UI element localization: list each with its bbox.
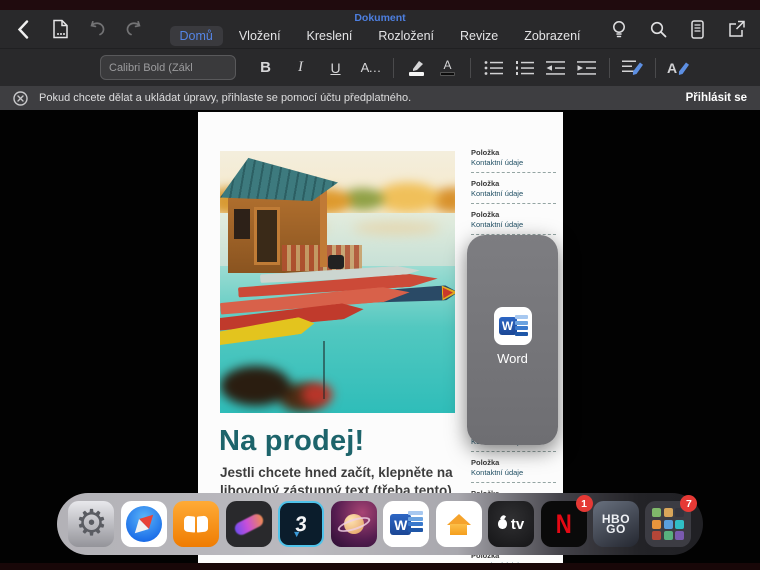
gear-icon: ⚙: [75, 503, 108, 544]
photo-mooring-line: [323, 341, 325, 399]
brush-tip-icon: ▼: [292, 529, 302, 539]
placeholder-item-label[interactable]: Položka: [471, 179, 556, 189]
dock-app-safari[interactable]: [120, 501, 167, 547]
dock-app-folder[interactable]: 7: [645, 495, 698, 547]
dock-app-books[interactable]: [173, 501, 220, 547]
word-app-icon: W: [493, 307, 532, 345]
font-color-button[interactable]: A: [432, 53, 463, 83]
body-line-1: Jestli chcete hned začít, klepněte na: [220, 465, 453, 480]
signin-button[interactable]: Přihlásit se: [686, 92, 747, 104]
contact-block: Položka Kontaktní údaje: [471, 148, 556, 179]
divider: [393, 57, 394, 78]
share-icon[interactable]: [725, 16, 747, 42]
bold-button[interactable]: B: [250, 53, 281, 83]
photo-boathouse-door: [254, 207, 280, 265]
word-app-label: Word: [497, 351, 528, 366]
photo-outboard-motor: [328, 255, 344, 269]
divider: [470, 57, 471, 78]
highlight-color-swatch: [409, 72, 424, 76]
bullet-list-button[interactable]: [478, 53, 509, 83]
app-folder-grid-icon: [652, 508, 685, 540]
signin-banner: Pokud chcete dělat a ukládat úpravy, při…: [0, 86, 760, 110]
notification-badge: 7: [680, 495, 698, 512]
photo-boathouse-window: [234, 209, 250, 239]
italic-button[interactable]: I: [285, 53, 316, 83]
dock-app-home[interactable]: [435, 501, 482, 547]
divider: [655, 57, 656, 78]
compass-icon: [125, 506, 162, 542]
placeholder-item-label[interactable]: Položka: [471, 210, 556, 220]
tab-revize[interactable]: Revize: [450, 26, 508, 46]
increase-indent-button[interactable]: [571, 53, 602, 83]
svg-text:A: A: [667, 60, 677, 76]
dock-app-netflix[interactable]: N 1: [540, 495, 593, 547]
placeholder-item-label[interactable]: Položka: [471, 148, 556, 158]
contact-block: Položka Kontaktní údaje: [471, 179, 556, 210]
tab-vlozeni[interactable]: Vložení: [229, 26, 291, 46]
open-book-icon: [184, 515, 209, 533]
tab-kresleni[interactable]: Kreslení: [297, 26, 363, 46]
font-name-value: Calibri Bold (Zákl: [109, 61, 193, 74]
font-formatting-button[interactable]: A…: [355, 53, 386, 83]
dock: ⚙ 3 ▼ W tv N 1 HBO GO 7: [57, 493, 703, 555]
dock-app-astronomy[interactable]: [330, 501, 377, 547]
placeholder-contact-details[interactable]: Kontaktní údaje: [471, 189, 556, 199]
dock-app-procreate[interactable]: [225, 501, 272, 547]
paint-stroke-icon: [232, 511, 266, 537]
formatting-toolbar: Calibri Bold (Zákl B I U A… A A: [0, 48, 760, 86]
font-color-swatch: [440, 72, 455, 76]
banner-message: Pokud chcete dělat a ukládat úpravy, při…: [39, 92, 412, 104]
divider: [609, 57, 610, 78]
underline-button[interactable]: U: [320, 53, 351, 83]
dashed-divider: [471, 482, 556, 483]
font-name-field[interactable]: Calibri Bold (Zákl: [100, 55, 236, 80]
title-toolbar: Dokument Domů Vložení Kreslení Rozložení…: [0, 10, 760, 48]
placeholder-contact-details[interactable]: Kontaktní údaje: [471, 468, 556, 478]
placeholder-contact-details[interactable]: Kontaktní údaje: [471, 158, 556, 168]
placeholder-contact-details[interactable]: Kontaktní údaje: [471, 220, 556, 230]
contact-block: Položka Kontaktní údaje: [471, 458, 556, 489]
banner-close-icon[interactable]: [13, 90, 28, 106]
dock-app-settings[interactable]: ⚙: [68, 501, 115, 547]
word-icon: W: [383, 501, 430, 547]
dock-app-apple-tv[interactable]: tv: [488, 501, 535, 547]
placeholder-contact-details[interactable]: Kontaktní údaje: [471, 561, 556, 563]
dock-app-zen-brush[interactable]: 3 ▼: [278, 501, 325, 547]
tab-rozlozeni[interactable]: Rozložení: [368, 26, 444, 46]
numbered-list-button[interactable]: [509, 53, 540, 83]
go-label: GO: [606, 522, 626, 536]
dashed-divider: [471, 451, 556, 452]
word-drag-preview[interactable]: W Word: [467, 235, 558, 445]
tab-zobrazeni[interactable]: Zobrazení: [514, 26, 590, 46]
search-icon[interactable]: [647, 16, 669, 42]
formatting-brush-button[interactable]: [617, 53, 648, 83]
highlight-color-button[interactable]: [401, 53, 432, 83]
photo-red-reflection: [282, 367, 352, 413]
house-icon: [446, 513, 471, 535]
tv-label: tv: [510, 515, 525, 533]
dashed-divider: [471, 203, 556, 204]
tab-domu[interactable]: Domů: [169, 26, 223, 46]
document-heading[interactable]: Na prodej!: [219, 425, 364, 458]
placeholder-item-label[interactable]: Položka: [471, 458, 556, 468]
word-app-window: Dokument Domů Vložení Kreslení Rozložení…: [0, 10, 760, 563]
dashed-divider: [471, 172, 556, 173]
netflix-n-icon: N: [555, 508, 572, 539]
dock-app-hbo-go[interactable]: HBO GO: [592, 501, 639, 547]
document-photo-boats[interactable]: [220, 151, 455, 413]
dock-app-word[interactable]: W: [383, 501, 430, 547]
lightbulb-icon[interactable]: [608, 16, 630, 42]
mobile-view-icon[interactable]: [686, 16, 708, 42]
word-logo-bars: [514, 315, 528, 337]
decrease-indent-button[interactable]: [540, 53, 571, 83]
apple-logo-icon: [497, 514, 507, 529]
notification-badge: 1: [575, 495, 593, 512]
text-effects-button[interactable]: A: [663, 53, 694, 83]
